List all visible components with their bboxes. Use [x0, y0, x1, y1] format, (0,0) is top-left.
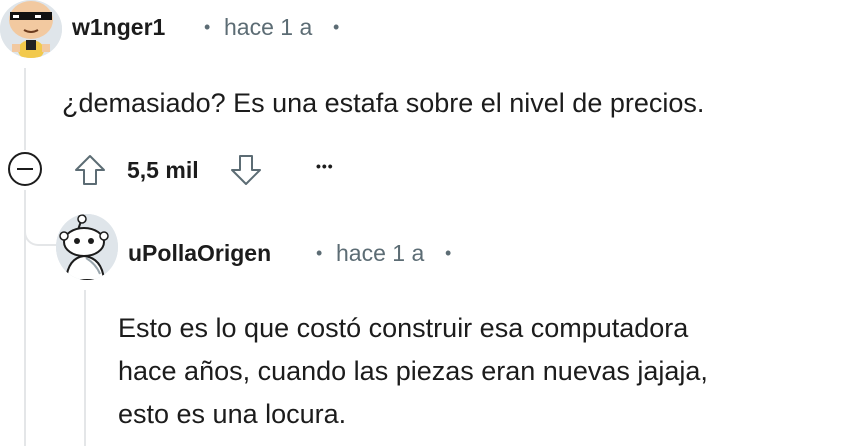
collapse-minus-icon [8, 152, 42, 186]
reply-meta-separator-trailing: • [445, 243, 452, 263]
reply-author[interactable]: uPollaOrigen [128, 240, 271, 267]
meta-separator-trailing: • [333, 17, 340, 37]
reply-timestamp[interactable]: hace 1 a [336, 240, 424, 267]
reply-meta-separator: • [316, 243, 323, 263]
thread-connector [24, 218, 60, 246]
comment-timestamp[interactable]: hace 1 a [224, 14, 312, 41]
thread-line-reply[interactable] [84, 290, 86, 446]
more-options-button[interactable]: ••• [316, 158, 334, 174]
comment-body: ¿demasiado? Es una estafa sobre el nivel… [62, 88, 705, 118]
reply-body-line: hace años, cuando las piezas eran nuevas… [118, 356, 708, 386]
reply-body: Esto es lo que costó construir esa compu… [118, 307, 708, 436]
reply-body-line: esto es una locura. [118, 399, 347, 429]
thread-line-main[interactable] [24, 68, 26, 150]
avatar-snoo-icon [56, 214, 118, 280]
avatar-sunglasses-icon [0, 0, 62, 58]
meta-separator: • [204, 17, 211, 37]
reply-avatar[interactable] [56, 214, 118, 280]
downvote-button[interactable] [226, 150, 266, 190]
downvote-arrow-icon [231, 155, 261, 185]
collapse-button[interactable] [6, 150, 44, 188]
avatar[interactable] [0, 0, 62, 58]
comment-author[interactable]: w1nger1 [72, 14, 165, 41]
upvote-button[interactable] [70, 150, 110, 190]
reply-body-line: Esto es lo que costó construir esa compu… [118, 313, 689, 343]
vote-count: 5,5 mil [127, 157, 199, 183]
upvote-arrow-icon [75, 155, 105, 185]
